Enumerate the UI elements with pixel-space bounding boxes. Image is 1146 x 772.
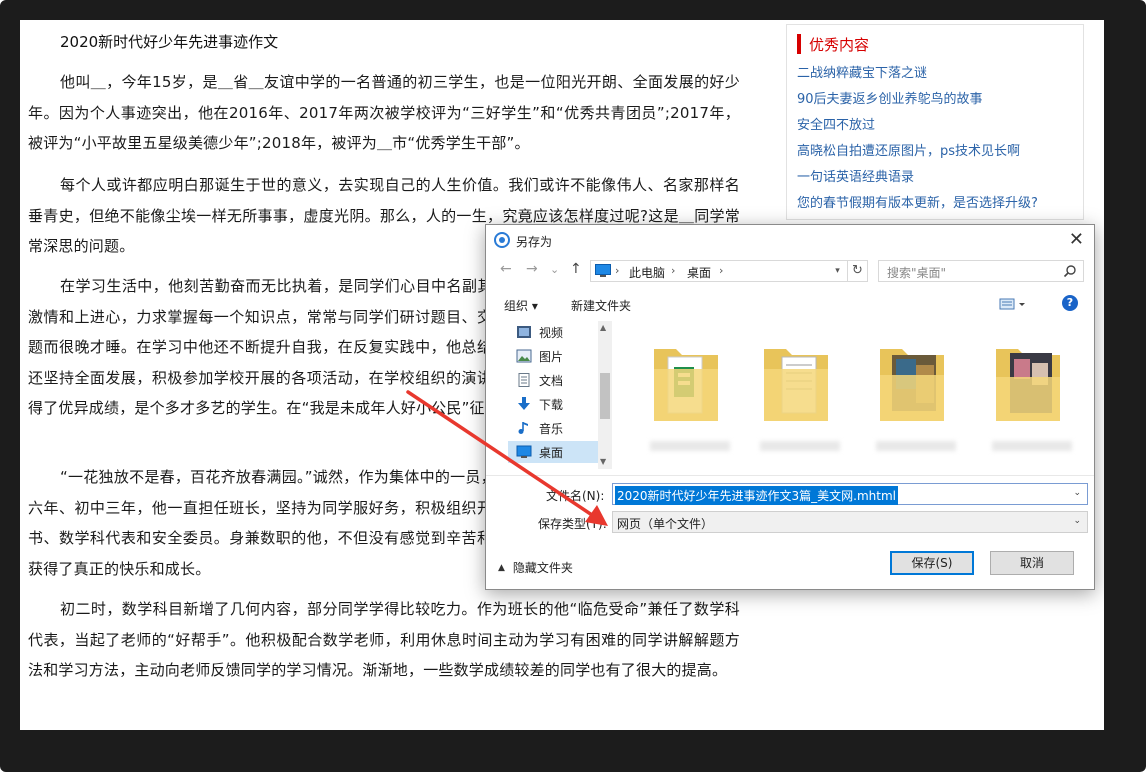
save-button[interactable]: 保存(S) (890, 551, 974, 575)
computer-icon (595, 264, 611, 277)
sidebar-title: 优秀内容 (809, 35, 870, 54)
sidebar-link[interactable]: 安全四不放过 (797, 117, 1038, 143)
view-options-icon[interactable] (998, 295, 1028, 313)
sidebar-list: 二战纳粹藏宝下落之谜 90后夫妻返乡创业养鸵鸟的故事 安全四不放过 高晓松自拍遭… (797, 65, 1038, 221)
search-input[interactable]: 搜索"桌面" (887, 264, 946, 281)
nav-item-music[interactable]: 音乐 (508, 417, 598, 439)
paragraph-5: 初二时，数学科目新增了几何内容，部分同学学得比较吃力。作为班长的他“临危受命”兼… (28, 600, 740, 679)
document-icon (518, 373, 530, 387)
save-as-dialog: 另存为 ✕ ← → ⌄ ↑ › 此电脑 › 桌面 › ▾ ↻ 搜索"桌面" 组织… (485, 224, 1095, 590)
scrollbar-thumb[interactable] (600, 373, 610, 419)
folder-icon (880, 349, 944, 421)
nav-item-label: 桌面 (539, 445, 564, 460)
scroll-down-icon[interactable]: ▼ (600, 457, 606, 466)
file-type-select[interactable]: 网页（单个文件） ⌄ (612, 511, 1088, 533)
up-arrow-icon[interactable]: ↑ (570, 261, 582, 277)
address-bar[interactable]: › 此电脑 › 桌面 › (590, 260, 868, 282)
download-icon (518, 397, 530, 410)
article-title: 2020新时代好少年先进事迹作文 (60, 33, 279, 51)
nav-item-pictures[interactable]: 图片 (508, 345, 598, 367)
music-icon (518, 422, 528, 434)
blurred-folder-label (876, 441, 956, 451)
cancel-button[interactable]: 取消 (990, 551, 1074, 575)
folder-item[interactable] (646, 335, 730, 451)
chevron-down-icon[interactable]: ⌄ (1073, 516, 1081, 526)
nav-item-documents[interactable]: 文档 (508, 369, 598, 391)
breadcrumb-this-pc[interactable]: 此电脑 (629, 264, 665, 281)
back-arrow-icon[interactable]: ← (500, 261, 512, 277)
search-icon[interactable] (1063, 264, 1077, 278)
folder-icon (996, 349, 1060, 421)
breadcrumb-desktop[interactable]: 桌面 (687, 264, 711, 281)
new-folder-button[interactable]: 新建文件夹 (571, 297, 631, 314)
video-icon (517, 326, 531, 338)
divider (486, 475, 1094, 476)
sidebar-link[interactable]: 二战纳粹藏宝下落之谜 (797, 65, 1038, 91)
organize-button[interactable]: 组织 ▾ (504, 297, 538, 314)
address-dropdown-icon[interactable]: ▾ (828, 260, 848, 282)
sidebar-header: 优秀内容 (797, 33, 869, 55)
search-box[interactable]: 搜索"桌面" (878, 260, 1084, 282)
chevron-down-icon[interactable]: ⌄ (1073, 488, 1081, 498)
folder-icon (764, 349, 828, 421)
sidebar-link[interactable]: 一句话英语经典语录 (797, 169, 1038, 195)
forward-arrow-icon[interactable]: → (526, 261, 538, 277)
chevron-up-icon: ▲ (498, 562, 505, 573)
sidebar-accent-bar (797, 34, 801, 54)
file-name-field[interactable]: 2020新时代好少年先进事迹作文3篇_美文网.mhtml ⌄ (612, 483, 1088, 505)
sidebar-link[interactable]: 高晓松自拍遭还原图片，ps技术见长啊 (797, 143, 1038, 169)
sidebar-link[interactable]: 您的春节假期有版本更新，是否选择升级? (797, 195, 1038, 221)
blurred-folder-label (760, 441, 840, 451)
nav-item-downloads[interactable]: 下载 (508, 393, 598, 415)
browser-app-icon (494, 232, 510, 248)
file-list (636, 325, 1076, 451)
refresh-icon[interactable]: ↻ (848, 260, 868, 282)
scroll-up-icon[interactable]: ▲ (600, 323, 606, 332)
nav-item-label: 下载 (539, 397, 564, 412)
sidebar-link[interactable]: 90后夫妻返乡创业养鸵鸟的故事 (797, 91, 1038, 117)
featured-sidebar: 优秀内容 二战纳粹藏宝下落之谜 90后夫妻返乡创业养鸵鸟的故事 安全四不放过 高… (786, 24, 1084, 220)
nav-item-label: 图片 (539, 349, 564, 364)
dialog-titlebar[interactable]: 另存为 ✕ (486, 225, 1094, 255)
hide-folders-label: 隐藏文件夹 (512, 561, 573, 575)
toolbar: 组织 ▾ 新建文件夹 ? (486, 291, 1094, 317)
nav-item-label: 视频 (539, 325, 564, 340)
file-name-label: 文件名(N): (546, 489, 605, 503)
address-separator: › (671, 264, 676, 277)
nav-pane-scrollbar[interactable]: ▲ ▼ (598, 321, 612, 469)
recent-locations-icon[interactable]: ⌄ (550, 263, 559, 276)
file-type-label: 保存类型(T): (538, 517, 607, 531)
navigation-row: ← → ⌄ ↑ › 此电脑 › 桌面 › ▾ ↻ 搜索"桌面" (486, 257, 1094, 285)
folder-item[interactable] (988, 335, 1072, 451)
picture-icon (516, 349, 532, 363)
address-separator: › (719, 264, 724, 277)
blurred-folder-label (650, 441, 730, 451)
blurred-folder-label (992, 441, 1072, 451)
address-separator: › (615, 264, 620, 277)
nav-item-label: 文档 (539, 373, 564, 388)
nav-item-desktop[interactable]: 桌面 (508, 441, 598, 463)
paragraph-1: 他叫＿，今年15岁，是＿省＿友谊中学的一名普通的初三学生，也是一位阳光开朗、全面… (28, 73, 740, 152)
dialog-title: 另存为 (516, 235, 553, 249)
folder-item[interactable] (872, 335, 956, 451)
folder-item[interactable] (756, 335, 840, 451)
nav-item-videos[interactable]: 视频 (508, 321, 598, 343)
close-icon[interactable]: ✕ (1069, 229, 1084, 250)
hide-folders-toggle[interactable]: ▲ 隐藏文件夹 (498, 559, 573, 576)
nav-item-label: 音乐 (539, 421, 564, 436)
help-icon[interactable]: ? (1062, 295, 1078, 311)
file-name-input[interactable]: 2020新时代好少年先进事迹作文3篇_美文网.mhtml (615, 486, 899, 505)
desktop-icon (516, 445, 532, 458)
file-type-value: 网页（单个文件） (617, 517, 714, 531)
folder-icon (654, 349, 718, 421)
